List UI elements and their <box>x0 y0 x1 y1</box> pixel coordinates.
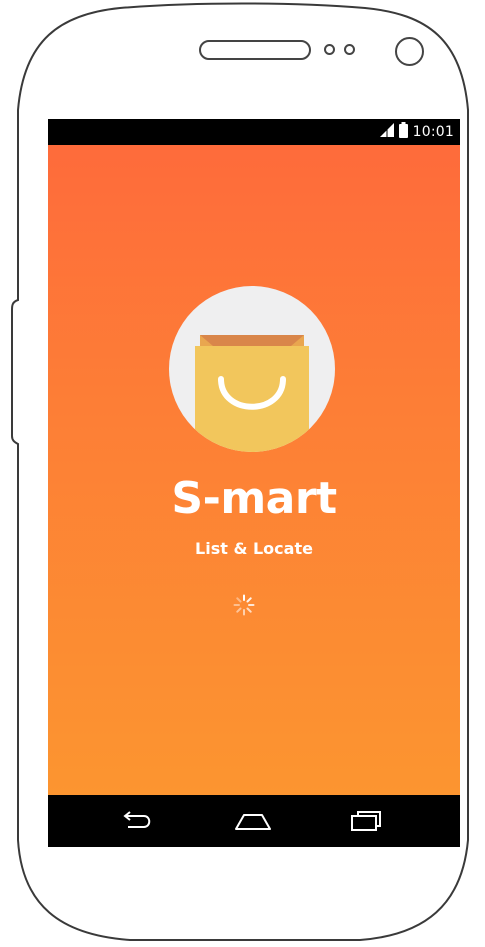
loading-spinner-icon <box>233 594 255 616</box>
signal-icon <box>379 122 394 142</box>
shopping-bag-icon <box>195 335 309 452</box>
earpiece-speaker <box>199 40 311 60</box>
back-button[interactable] <box>116 807 156 835</box>
status-time: 10:01 <box>412 124 454 140</box>
splash-screen: S-mart List & Locate <box>48 145 460 795</box>
status-icons: 10:01 <box>379 121 454 143</box>
navigation-bar <box>48 795 460 847</box>
battery-icon <box>398 121 408 143</box>
home-icon <box>235 814 271 830</box>
back-icon <box>123 811 151 828</box>
phone-device-frame: 10:01 S-mart List & Locate <box>0 0 485 947</box>
recent-apps-button[interactable] <box>346 807 386 835</box>
front-camera <box>395 37 424 66</box>
status-bar: 10:01 <box>48 119 460 145</box>
sensor-dot <box>324 44 335 55</box>
app-subtitle: List & Locate <box>195 539 313 558</box>
phone-screen: 10:01 S-mart List & Locate <box>48 119 460 847</box>
app-title: S-mart <box>171 473 337 524</box>
home-button[interactable] <box>233 807 273 835</box>
sensor-dot <box>344 44 355 55</box>
app-logo <box>169 286 335 452</box>
recent-apps-icon <box>351 811 381 831</box>
